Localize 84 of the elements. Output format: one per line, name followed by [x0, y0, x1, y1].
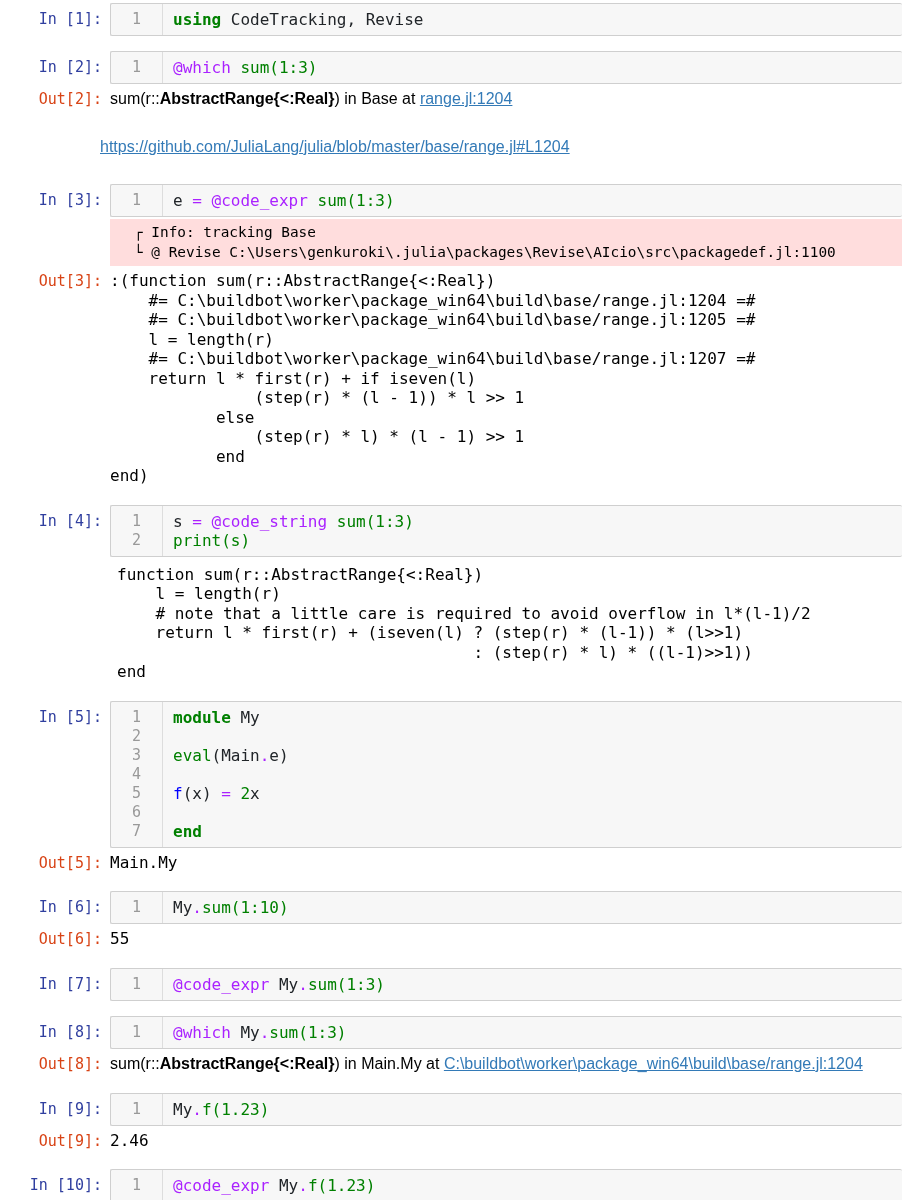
code-line: My.f(1.23): [172, 1099, 271, 1119]
line-number: 6: [131, 802, 142, 822]
code-cell[interactable]: 1 2 s = @code_string sum(1:3) print(s): [110, 504, 902, 557]
input-prompt: In [3]:: [37, 190, 103, 210]
code-cell[interactable]: 1 @code_expr My.sum(1:3): [110, 967, 902, 1001]
line-number: 4: [131, 764, 142, 784]
output-prompt: Out[5]:: [37, 852, 103, 873]
output-prompt: Out[8]:: [37, 1053, 103, 1074]
output-line: return l * first(r) + (iseven(l) ? (step(r) * (l-1)) * (l>>1): [154, 623, 744, 643]
line-number: 1: [131, 511, 142, 531]
line-number: 1: [131, 1022, 142, 1042]
code-line: @which My.sum(1:3): [172, 1022, 348, 1042]
code-line: f(x) = 2x: [172, 783, 261, 803]
output-line: #= C:\buildbot\worker\package_win64\build\base/range.jl:1205 =#: [147, 310, 756, 330]
input-prompt: In [1]:: [37, 9, 103, 29]
log-line: └ @ Revise C:\Users\genkuroki\.julia\packages\Revise\AIcio\src\packagedef.jl:1100: [134, 242, 836, 262]
line-number: 1: [131, 191, 142, 210]
code-line: eval(Main.e): [172, 745, 290, 765]
output-line: 2.46: [110, 1130, 149, 1150]
line-number: 1: [131, 1176, 142, 1195]
line-number: 1: [131, 1099, 142, 1119]
code-line: My.sum(1:10): [172, 898, 290, 917]
input-prompt: In [8]:: [37, 1021, 103, 1042]
line-number: 1: [131, 898, 142, 917]
line-number: 1: [131, 10, 142, 29]
output-line: # note that a little care is required to avoid overflow in l*(l-1)/2: [154, 603, 811, 623]
code-line: end: [172, 821, 203, 841]
line-number: 1: [131, 707, 142, 727]
input-prompt: In [7]:: [37, 973, 103, 994]
output-line: else: [214, 407, 255, 427]
code-cell[interactable]: 1 @which My.sum(1:3): [110, 1015, 902, 1049]
input-prompt: In [5]:: [37, 706, 103, 727]
file-link[interactable]: range.jl:1204: [419, 90, 513, 107]
code-cell[interactable]: 1 @code_expr My.f(1.23): [110, 1169, 902, 1200]
input-prompt: In [10]:: [28, 1175, 103, 1195]
output-line: #= C:\buildbot\worker\package_win64\build\base/range.jl:1204 =#: [147, 290, 756, 310]
output-prompt: Out[6]:: [37, 929, 103, 949]
code-line: @which sum(1:3): [172, 58, 319, 77]
line-number: 1: [131, 974, 142, 994]
code-cell[interactable]: 1 @which sum(1:3): [110, 51, 902, 84]
code-line: module My: [172, 707, 261, 727]
line-number: 5: [131, 783, 142, 803]
output-prompt: Out[9]:: [37, 1130, 103, 1151]
output-line: #= C:\buildbot\worker\package_win64\build\base/range.jl:1207 =#: [147, 349, 756, 369]
output-text: sum(r::AbstractRange{<:Real}) in Base at range.jl:1204: [110, 89, 514, 109]
line-number: 2: [131, 726, 142, 746]
code-line: s = @code_string sum(1:3): [172, 511, 415, 531]
line-number: 7: [131, 821, 142, 841]
code-cell[interactable]: 1 e = @code_expr sum(1:3): [110, 184, 902, 217]
code-line: @code_expr My.f(1.23): [172, 1176, 377, 1195]
code-line: print(s): [172, 530, 251, 550]
output-line: (step(r) * l) * (l - 1) >> 1: [253, 427, 525, 447]
file-link[interactable]: C:\buildbot\worker\package_win64\build\base/range.jl:1204: [443, 1054, 863, 1072]
output-prompt: Out[2]:: [37, 89, 103, 109]
source-link[interactable]: https://github.com/JuliaLang/julia/blob/master/base/range.jl#L1204: [100, 138, 570, 155]
input-prompt: In [9]:: [37, 1098, 103, 1119]
code-cell[interactable]: 1 2 3 4 5 6 7 module My eval(Main.e) f(x) = 2x end: [110, 700, 902, 848]
output-line: Main.My: [110, 852, 178, 872]
input-prompt: In [2]:: [37, 57, 103, 77]
output-line: :(function sum(r::AbstractRange{<:Real}): [110, 271, 496, 291]
output-line: (step(r) * (l - 1)) * l >> 1: [253, 388, 525, 408]
output-line: 55: [110, 929, 130, 949]
code-line: e = @code_expr sum(1:3): [172, 191, 396, 210]
output-line: end: [214, 446, 245, 466]
output-line: end: [117, 662, 146, 682]
input-prompt: In [4]:: [37, 510, 103, 531]
output-line: : (step(r) * l) * ((l-1)>>1)): [472, 642, 753, 662]
code-line: @code_expr My.sum(1:3): [172, 974, 386, 994]
output-text: sum(r::AbstractRange{<:Real}) in Main.My at C:\buildbot\worker\package_win64\build\base/range.jl:1204: [110, 1053, 864, 1074]
output-line: l = length(r): [154, 584, 281, 604]
output-line: function sum(r::AbstractRange{<:Real}): [117, 564, 484, 584]
code-cell[interactable]: 1 using CodeTracking, Revise: [110, 3, 902, 36]
line-number: 2: [131, 530, 142, 550]
input-prompt: In [6]:: [37, 897, 103, 917]
log-line: ┌ Info: tracking Base: [134, 223, 316, 243]
output-line: l = length(r): [147, 329, 274, 349]
code-cell[interactable]: 1 My.sum(1:10): [110, 891, 902, 924]
output-prompt: Out[3]:: [37, 271, 103, 291]
output-line: end): [110, 466, 149, 486]
code-line: using CodeTracking, Revise: [172, 10, 425, 29]
code-cell[interactable]: 1 My.f(1.23): [110, 1092, 902, 1126]
line-number: 1: [131, 58, 142, 77]
line-number: 3: [131, 745, 142, 765]
output-line: return l * first(r) + if iseven(l): [147, 368, 477, 388]
